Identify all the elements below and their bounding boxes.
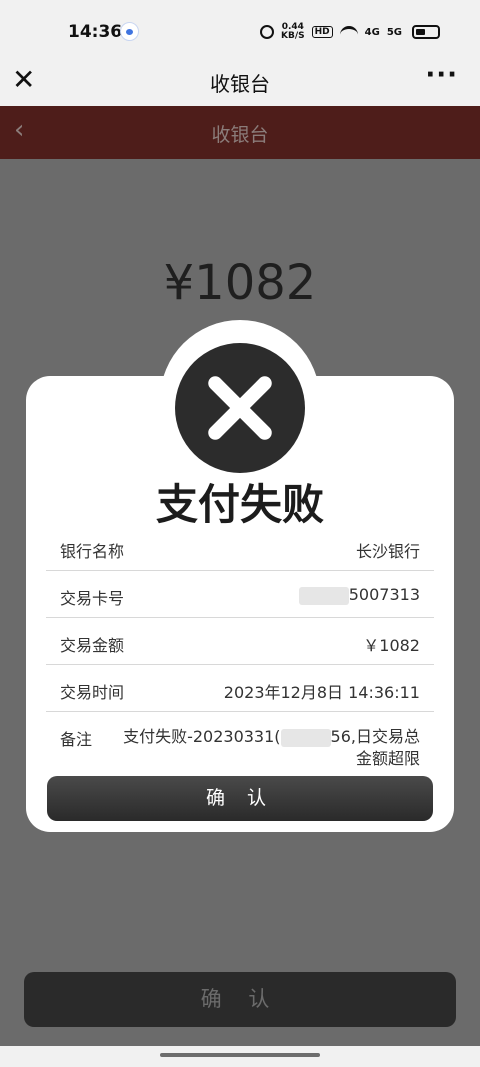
row-value: 5007313 xyxy=(298,585,420,605)
transaction-details: 银行名称 长沙银行 交易卡号 5007313 交易金额 ￥1082 交易时间 2… xyxy=(46,524,434,772)
network-speed: 0.44 KB/S xyxy=(281,22,305,41)
failure-x-icon xyxy=(175,343,305,473)
row-label: 交易卡号 xyxy=(60,589,125,608)
blurred-region xyxy=(298,586,349,605)
signal-5g-icon: 5G xyxy=(386,26,402,38)
row-value: 长沙银行 xyxy=(355,542,420,561)
dialog-confirm-button[interactable]: 确 认 xyxy=(47,776,433,821)
row-time: 交易时间 2023年12月8日 14:36:11 xyxy=(46,665,434,712)
row-bank-name: 银行名称 长沙银行 xyxy=(46,524,434,571)
more-icon[interactable]: ··· xyxy=(425,60,458,90)
nav-title: 收银台 xyxy=(210,72,270,96)
row-value: ￥1082 xyxy=(363,636,420,655)
wifi-icon xyxy=(339,26,358,38)
page-header: ‹ 收银台 xyxy=(0,106,480,159)
row-label: 交易金额 xyxy=(60,636,125,655)
row-label: 交易时间 xyxy=(60,683,125,702)
row-card-number: 交易卡号 5007313 xyxy=(46,571,434,618)
row-value: 支付失败-20230331(56,日交易总金额超限 xyxy=(123,727,420,768)
blurred-region xyxy=(280,728,331,747)
baidu-paw-icon xyxy=(120,22,139,41)
row-label: 银行名称 xyxy=(60,542,125,561)
row-label: 备注 xyxy=(60,730,93,749)
status-icons: 0.44 KB/S HD 4G 5G xyxy=(260,21,402,43)
home-indicator[interactable] xyxy=(160,1053,320,1057)
alarm-icon xyxy=(260,25,275,39)
dialog-title: 支付失败 xyxy=(155,480,324,529)
page-confirm-button[interactable]: 确 认 xyxy=(24,972,456,1027)
row-amount: 交易金额 ￥1082 xyxy=(46,618,434,665)
row-value: 2023年12月8日 14:36:11 xyxy=(223,683,420,702)
status-time: 14:36 xyxy=(68,22,123,42)
nav-bar: ✕ 收银台 ··· xyxy=(0,60,480,106)
status-bar: 14:36 0.44 KB/S HD 4G 5G xyxy=(0,0,480,60)
home-indicator-bar xyxy=(0,1046,480,1067)
page-title: 收银台 xyxy=(211,124,269,146)
payment-amount: ¥1082 xyxy=(163,255,317,311)
battery-icon xyxy=(412,25,440,39)
signal-4g-icon: 4G xyxy=(364,26,380,38)
row-note: 备注 支付失败-20230331(56,日交易总金额超限 xyxy=(46,712,434,772)
hd-icon: HD xyxy=(311,26,333,38)
